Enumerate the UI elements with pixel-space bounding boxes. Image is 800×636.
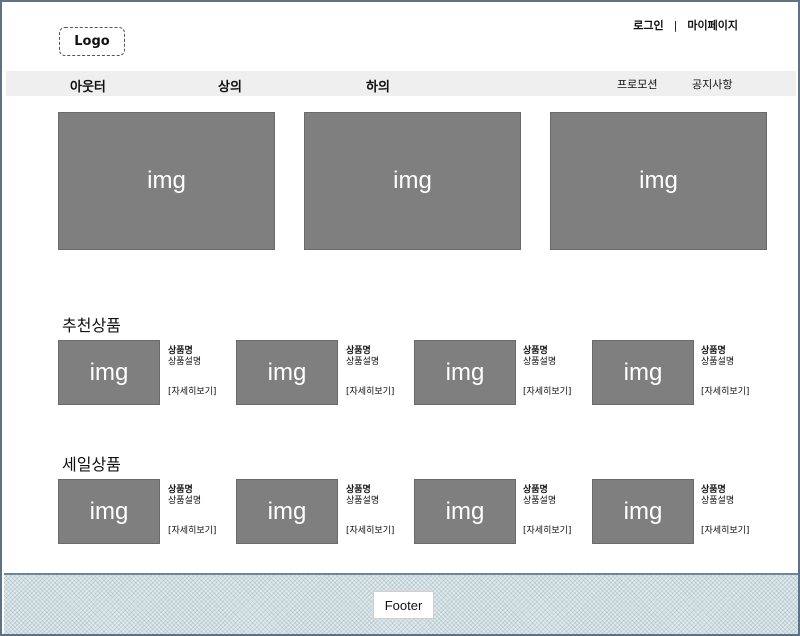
footer: Footer (4, 573, 798, 634)
sale-product-image-2[interactable]: img (236, 479, 338, 544)
login-link[interactable]: 로그인 (633, 17, 663, 33)
product-name: 상품명 (346, 346, 371, 356)
product-description: 상품설명 (701, 496, 735, 506)
banner-image-1[interactable]: img (58, 112, 275, 250)
sale-product-image-4[interactable]: img (592, 479, 694, 544)
mypage-link[interactable]: 마이페이지 (687, 17, 738, 33)
product-detail-link[interactable]: [자세히보기] (346, 526, 394, 537)
nav-item-outer[interactable]: 아웃터 (70, 76, 106, 95)
product-description: 상품설명 (168, 357, 202, 367)
recommended-title: 추천상품 (62, 316, 121, 335)
product-name: 상품명 (168, 485, 193, 495)
sale-product-image-1[interactable]: img (58, 479, 160, 544)
nav-item-bottom[interactable]: 하의 (366, 76, 390, 95)
product-name: 상품명 (701, 485, 726, 495)
sale-product-info-4: 상품명 상품설명 [자세히보기] (701, 485, 749, 537)
product-description: 상품설명 (523, 357, 557, 367)
product-detail-link[interactable]: [자세히보기] (346, 387, 394, 398)
banner-image-2[interactable]: img (304, 112, 521, 250)
recommended-product-image-2[interactable]: img (236, 340, 338, 405)
nav-item-promotion[interactable]: 프로모션 (617, 76, 657, 92)
recommended-product-image-4[interactable]: img (592, 340, 694, 405)
banner-image-3[interactable]: img (550, 112, 767, 250)
recommended-product-info-3: 상품명 상품설명 [자세히보기] (523, 346, 571, 398)
product-detail-link[interactable]: [자세히보기] (168, 387, 216, 398)
product-description: 상품설명 (346, 357, 380, 367)
product-detail-link[interactable]: [자세히보기] (523, 387, 571, 398)
product-name: 상품명 (701, 346, 726, 356)
recommended-product-image-3[interactable]: img (414, 340, 516, 405)
product-description: 상품설명 (523, 496, 557, 506)
sale-title: 세일상품 (62, 455, 121, 474)
product-detail-link[interactable]: [자세히보기] (168, 526, 216, 537)
recommended-product-info-2: 상품명 상품설명 [자세히보기] (346, 346, 394, 398)
product-detail-link[interactable]: [자세히보기] (701, 526, 749, 537)
footer-label: Footer (373, 591, 434, 619)
sale-product-info-3: 상품명 상품설명 [자세히보기] (523, 485, 571, 537)
recommended-product-info-4: 상품명 상품설명 [자세히보기] (701, 346, 749, 398)
page-frame: Logo 로그인 | 마이페이지 아웃터 상의 하의 프로모션 공지사항 img… (0, 0, 800, 636)
product-detail-link[interactable]: [자세히보기] (523, 526, 571, 537)
product-name: 상품명 (523, 346, 548, 356)
sale-product-image-3[interactable]: img (414, 479, 516, 544)
utility-separator: | (673, 18, 678, 32)
logo[interactable]: Logo (59, 27, 125, 56)
product-detail-link[interactable]: [자세히보기] (701, 387, 749, 398)
product-description: 상품설명 (346, 496, 380, 506)
product-description: 상품설명 (168, 496, 202, 506)
product-name: 상품명 (346, 485, 371, 495)
main-nav: 아웃터 상의 하의 프로모션 공지사항 (6, 71, 796, 96)
utility-menu: 로그인 | 마이페이지 (633, 17, 738, 33)
recommended-product-image-1[interactable]: img (58, 340, 160, 405)
product-name: 상품명 (168, 346, 193, 356)
sale-product-info-1: 상품명 상품설명 [자세히보기] (168, 485, 216, 537)
nav-item-top[interactable]: 상의 (218, 76, 242, 95)
product-description: 상품설명 (701, 357, 735, 367)
product-name: 상품명 (523, 485, 548, 495)
nav-item-notice[interactable]: 공지사항 (692, 76, 732, 92)
recommended-product-info-1: 상품명 상품설명 [자세히보기] (168, 346, 216, 398)
sale-product-info-2: 상품명 상품설명 [자세히보기] (346, 485, 394, 537)
